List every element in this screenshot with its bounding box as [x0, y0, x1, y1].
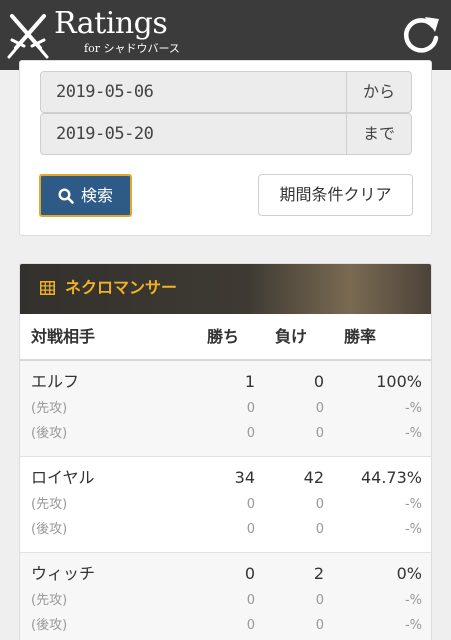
wins-value: 34 [234, 468, 255, 487]
losses-value: 42 [303, 468, 324, 487]
rate-value: 0% [396, 564, 422, 583]
crossed-swords-icon[interactable] [4, 10, 52, 60]
first-losses-value: 0 [315, 497, 324, 512]
matchup-stats-panel: ネクロマンサー 対戦相手 勝ち 負け 勝率 エルフ 1 0 100% (先攻) … [19, 263, 432, 640]
search-button-label: 検索 [81, 186, 114, 205]
first-rate-value: -% [404, 497, 422, 512]
table-icon [40, 281, 55, 295]
app-subtitle: for シャドウバース [84, 42, 180, 55]
date-to-group: 2019-05-20 まで [40, 113, 412, 155]
first-losses-value: 0 [315, 593, 324, 608]
table-row: ロイヤル 34 42 44.73% (先攻) 0 0 -% (後攻) 0 0 -… [20, 457, 431, 553]
date-from-input[interactable]: 2019-05-06 [40, 71, 347, 113]
second-rate-value: -% [404, 522, 422, 537]
first-turn-label: (先攻) [31, 401, 68, 416]
second-wins-value: 0 [246, 426, 255, 441]
date-to-addon: まで [346, 113, 412, 155]
first-wins-value: 0 [246, 401, 255, 416]
second-wins-value: 0 [246, 618, 255, 633]
clear-period-button[interactable]: 期間条件クリア [258, 174, 413, 216]
date-from-group: 2019-05-06 から [40, 71, 412, 113]
table-header: 対戦相手 勝ち 負け 勝率 [20, 314, 431, 361]
rate-value: 44.73% [360, 468, 422, 487]
search-icon [58, 188, 74, 204]
header-losses: 負け [275, 327, 308, 346]
search-button[interactable]: 検索 [39, 174, 132, 217]
rate-value: 100% [376, 372, 422, 391]
losses-value: 2 [313, 564, 324, 583]
first-losses-value: 0 [315, 401, 324, 416]
losses-value: 0 [313, 372, 324, 391]
opponent-name: エルフ [31, 372, 80, 391]
app-title[interactable]: Ratings [54, 7, 168, 41]
second-losses-value: 0 [315, 522, 324, 537]
class-title: ネクロマンサー [65, 278, 178, 297]
date-to-input[interactable]: 2019-05-20 [40, 113, 347, 155]
second-wins-value: 0 [246, 522, 255, 537]
first-rate-value: -% [404, 593, 422, 608]
wins-value: 1 [244, 372, 255, 391]
second-rate-value: -% [404, 426, 422, 441]
second-turn-label: (後攻) [31, 522, 68, 537]
header-rate: 勝率 [344, 327, 377, 346]
second-turn-label: (後攻) [31, 426, 68, 441]
second-losses-value: 0 [315, 426, 324, 441]
first-wins-value: 0 [246, 593, 255, 608]
opponent-name: ロイヤル [31, 468, 95, 487]
header-opponent: 対戦相手 [31, 327, 96, 346]
table-row: エルフ 1 0 100% (先攻) 0 0 -% (後攻) 0 0 -% [20, 361, 431, 457]
second-losses-value: 0 [315, 618, 324, 633]
date-from-addon: から [346, 71, 412, 113]
date-filter-panel: 2019-05-06 から 2019-05-20 まで 検索 期間条件クリア [19, 60, 432, 236]
first-turn-label: (先攻) [31, 497, 68, 512]
second-rate-value: -% [404, 618, 422, 633]
first-wins-value: 0 [246, 497, 255, 512]
second-turn-label: (後攻) [31, 618, 68, 633]
table-row: ウィッチ 0 2 0% (先攻) 0 0 -% (後攻) 0 0 -% [20, 553, 431, 640]
wins-value: 0 [244, 564, 255, 583]
opponent-name: ウィッチ [31, 564, 96, 583]
header-wins: 勝ち [207, 327, 240, 346]
first-turn-label: (先攻) [31, 593, 68, 608]
panel-header: ネクロマンサー [20, 264, 431, 314]
first-rate-value: -% [404, 401, 422, 416]
refresh-icon[interactable] [400, 15, 442, 57]
